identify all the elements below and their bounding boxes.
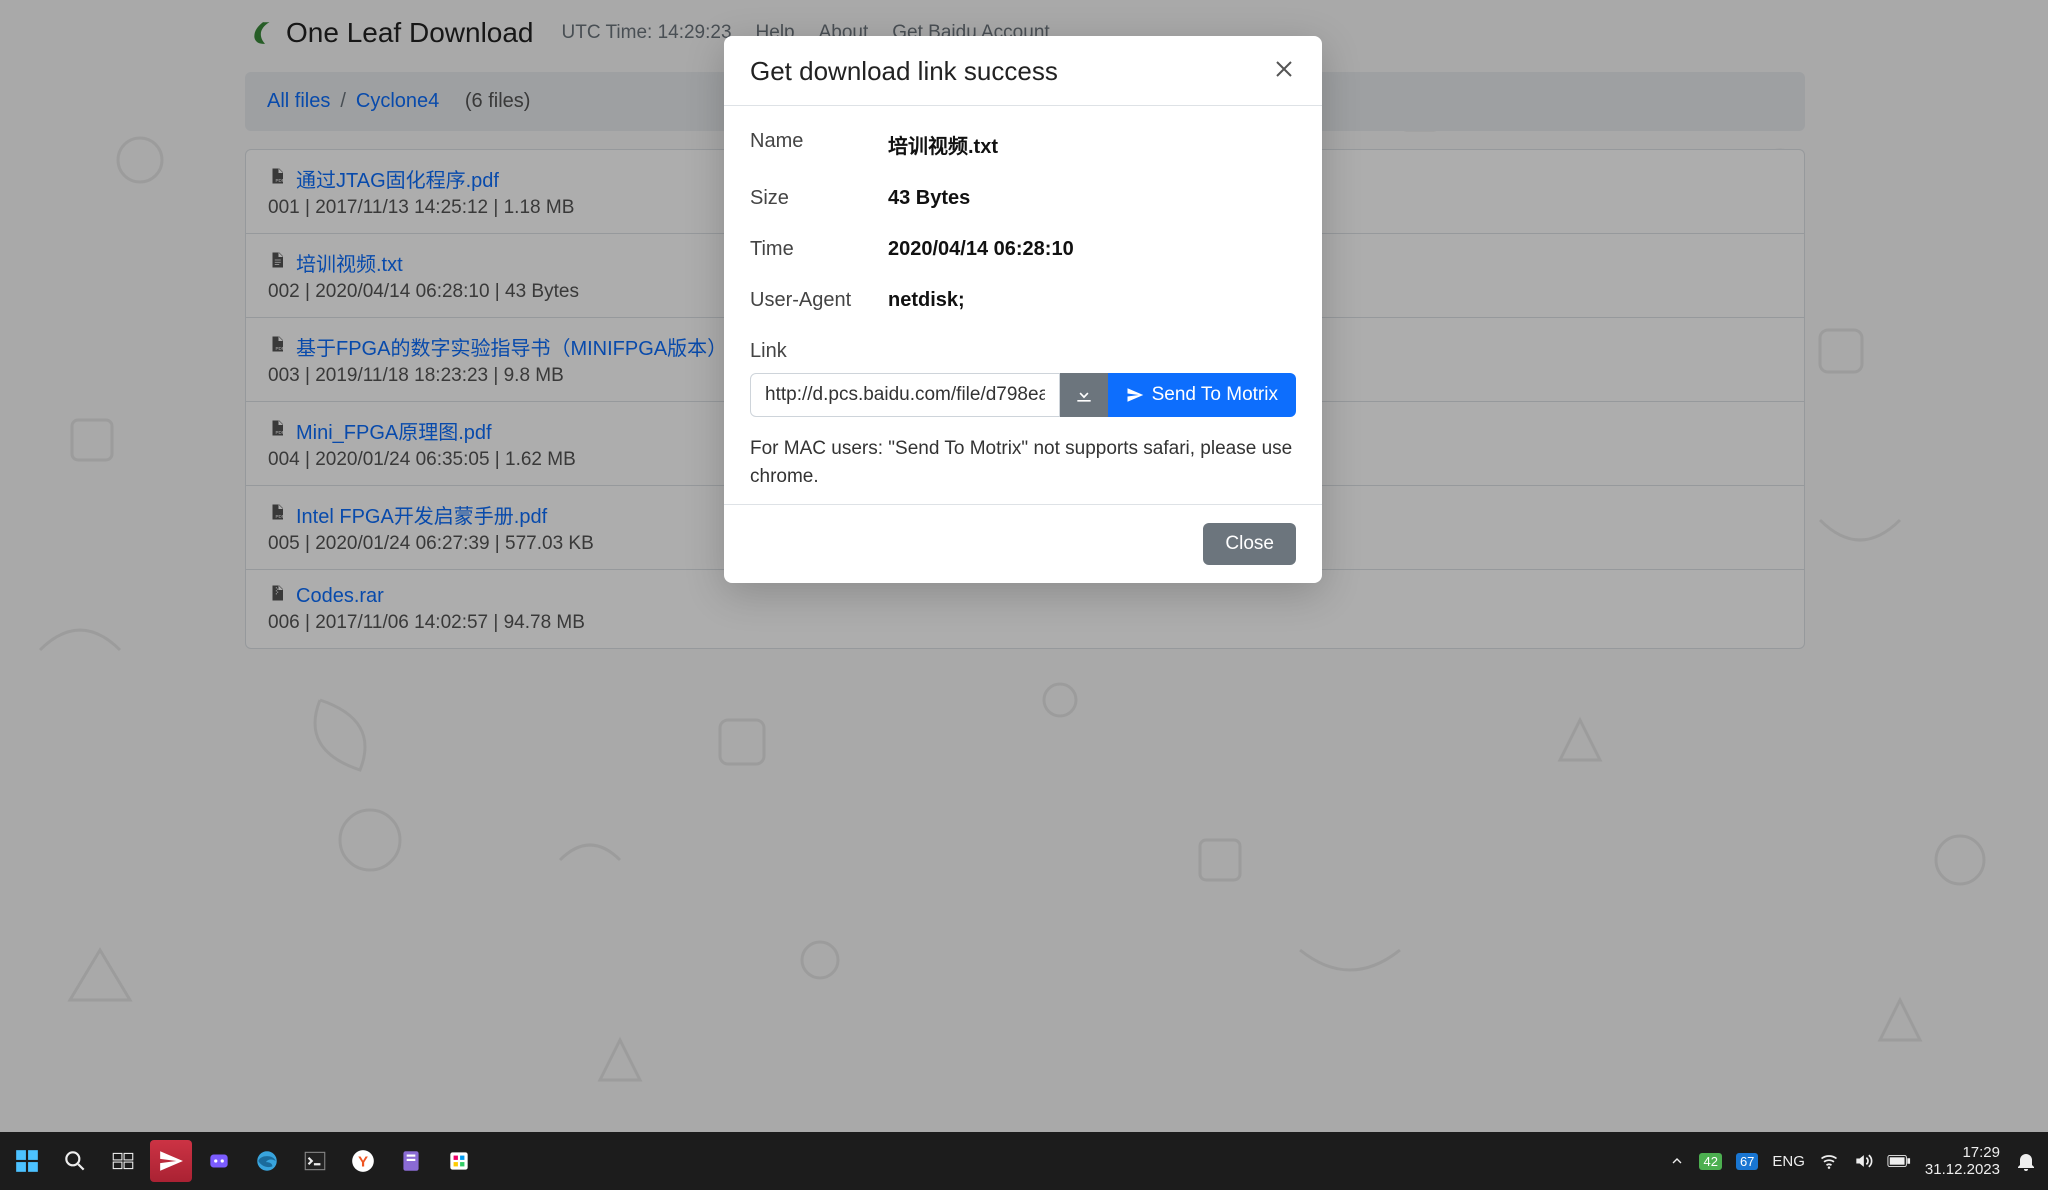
volume-icon[interactable]: [1853, 1151, 1873, 1171]
modal-title: Get download link success: [750, 56, 1058, 87]
start-button[interactable]: [6, 1140, 48, 1182]
search-icon[interactable]: [54, 1140, 96, 1182]
download-button[interactable]: [1060, 373, 1108, 417]
value-size: 43 Bytes: [888, 187, 970, 210]
battery-icon[interactable]: [1887, 1154, 1911, 1168]
close-icon[interactable]: [1272, 57, 1296, 86]
label-link: Link: [750, 326, 1296, 373]
send-to-motrix-button[interactable]: Send To Motrix: [1108, 373, 1296, 417]
taskbar-terminal[interactable]: [294, 1140, 336, 1182]
value-useragent: netdisk;: [888, 289, 965, 312]
windows-taskbar: Y 42 67 ENG 17:29 31.12.2023: [0, 1132, 2048, 1190]
value-time: 2020/04/14 06:28:10: [888, 238, 1074, 261]
notifications-icon[interactable]: [2014, 1149, 2038, 1173]
wifi-icon[interactable]: [1819, 1151, 1839, 1171]
tray-badge-green[interactable]: 42: [1699, 1153, 1721, 1170]
tray-language[interactable]: ENG: [1772, 1153, 1805, 1170]
label-size: Size: [750, 187, 888, 210]
taskbar-right: 42 67 ENG 17:29 31.12.2023: [1669, 1144, 2048, 1179]
svg-text:Y: Y: [358, 1153, 368, 1170]
label-useragent: User-Agent: [750, 289, 888, 312]
label-name: Name: [750, 130, 888, 159]
modal-header: Get download link success: [724, 36, 1322, 106]
taskbar-app-4[interactable]: [438, 1140, 480, 1182]
label-time: Time: [750, 238, 888, 261]
download-icon: [1074, 385, 1094, 405]
task-view-icon[interactable]: [102, 1140, 144, 1182]
paper-plane-icon: [1126, 386, 1144, 404]
modal-body: Name培训视频.txt Size43 Bytes Time2020/04/14…: [724, 106, 1322, 504]
value-name: 培训视频.txt: [888, 130, 998, 159]
tray-badge-blue[interactable]: 67: [1736, 1153, 1758, 1170]
taskbar-left: Y: [0, 1140, 480, 1182]
taskbar-edge[interactable]: [246, 1140, 288, 1182]
chevron-up-icon[interactable]: [1669, 1153, 1685, 1169]
download-link-input[interactable]: [750, 373, 1060, 417]
download-link-modal: Get download link success Name培训视频.txt S…: [724, 36, 1322, 583]
taskbar-yandex[interactable]: Y: [342, 1140, 384, 1182]
close-button[interactable]: Close: [1203, 523, 1296, 565]
mac-note: For MAC users: "Send To Motrix" not supp…: [750, 435, 1296, 490]
tray-clock[interactable]: 17:29 31.12.2023: [1925, 1144, 2000, 1179]
modal-footer: Close: [724, 504, 1322, 583]
link-input-group: Send To Motrix: [750, 373, 1296, 417]
taskbar-app-2[interactable]: [198, 1140, 240, 1182]
taskbar-app-3[interactable]: [390, 1140, 432, 1182]
taskbar-app-1[interactable]: [150, 1140, 192, 1182]
